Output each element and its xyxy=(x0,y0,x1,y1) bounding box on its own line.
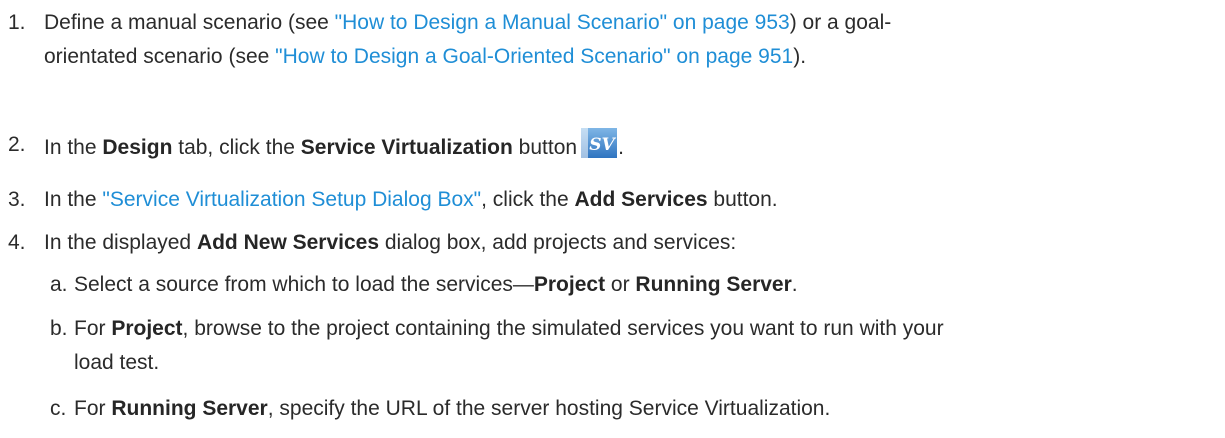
step-text: For xyxy=(74,397,112,420)
link-manual-scenario[interactable]: "How to Design a Manual Scenario" on pag… xyxy=(335,11,790,34)
substep-a: a. Select a source from which to load th… xyxy=(50,268,798,302)
substep-b: b. For Project, browse to the project co… xyxy=(50,312,944,374)
ui-term-service-virtualization: Service Virtualization xyxy=(300,136,513,159)
step-text: button xyxy=(512,136,578,159)
ui-term-running-server: Running Server xyxy=(111,397,268,420)
step-text: , specify the URL of the server hosting … xyxy=(267,397,831,420)
step-text: For xyxy=(74,317,112,340)
step-number: 2. xyxy=(8,133,26,156)
step-1-text: Define a manual scenario (see "How to De… xyxy=(44,6,891,74)
step-3: 3. In the "Service Virtualization Setup … xyxy=(8,183,778,217)
ui-term-project: Project xyxy=(111,317,183,340)
step-4-text: In the displayed Add New Services dialog… xyxy=(44,226,736,260)
step-text: dialog box, add projects and services: xyxy=(379,231,737,254)
step-text: In the displayed xyxy=(44,231,197,254)
step-text: Select a source from which to load the s… xyxy=(74,273,534,296)
step-text: In the xyxy=(44,136,103,159)
step-1: 1. Define a manual scenario (see "How to… xyxy=(8,6,891,68)
step-text: orientated scenario (see xyxy=(44,45,276,68)
step-text: or xyxy=(605,273,636,296)
substep-c-text: For Running Server, specify the URL of t… xyxy=(74,392,830,426)
step-text: . xyxy=(618,136,624,159)
step-number: 3. xyxy=(8,188,26,211)
substep-letter: a. xyxy=(50,273,68,296)
step-text: In the xyxy=(44,188,103,211)
step-number: 1. xyxy=(8,11,26,34)
step-number: 4. xyxy=(8,231,26,254)
substep-a-text: Select a source from which to load the s… xyxy=(74,268,798,302)
step-text: Define a manual scenario (see xyxy=(44,11,335,34)
step-3-text: In the "Service Virtualization Setup Dia… xyxy=(44,183,778,217)
step-text: . xyxy=(791,273,798,296)
step-2: 2. In the Design tab, click the Service … xyxy=(8,128,624,162)
ui-term-add-new-services: Add New Services xyxy=(196,231,380,254)
service-virtualization-icon: SV xyxy=(581,128,618,158)
step-text: , browse to the project containing the s… xyxy=(182,317,944,340)
document-body: 1. Define a manual scenario (see "How to… xyxy=(0,0,1225,438)
step-text: , click the xyxy=(481,188,575,211)
ui-term-project: Project xyxy=(533,273,606,296)
ui-term-running-server: Running Server xyxy=(635,273,792,296)
substep-letter: c. xyxy=(50,397,67,420)
step-2-text: In the Design tab, click the Service Vir… xyxy=(44,128,624,165)
ui-term-design: Design xyxy=(102,136,173,159)
step-4: 4. In the displayed Add New Services dia… xyxy=(8,226,736,260)
substep-letter: b. xyxy=(50,317,68,340)
step-text: load test. xyxy=(74,351,160,374)
ui-term-add-services: Add Services xyxy=(574,188,708,211)
step-text: ) or a goal- xyxy=(789,11,892,34)
link-sv-setup-dialog[interactable]: "Service Virtualization Setup Dialog Box… xyxy=(102,188,481,211)
step-text: ). xyxy=(793,45,807,68)
step-text: button. xyxy=(707,188,778,211)
svg-text:SV: SV xyxy=(589,135,616,155)
substep-b-text: For Project, browse to the project conta… xyxy=(74,312,944,380)
step-text: tab, click the xyxy=(172,136,301,159)
substep-c: c. For Running Server, specify the URL o… xyxy=(50,392,830,426)
link-goal-oriented-scenario[interactable]: "How to Design a Goal-Oriented Scenario"… xyxy=(275,45,793,68)
